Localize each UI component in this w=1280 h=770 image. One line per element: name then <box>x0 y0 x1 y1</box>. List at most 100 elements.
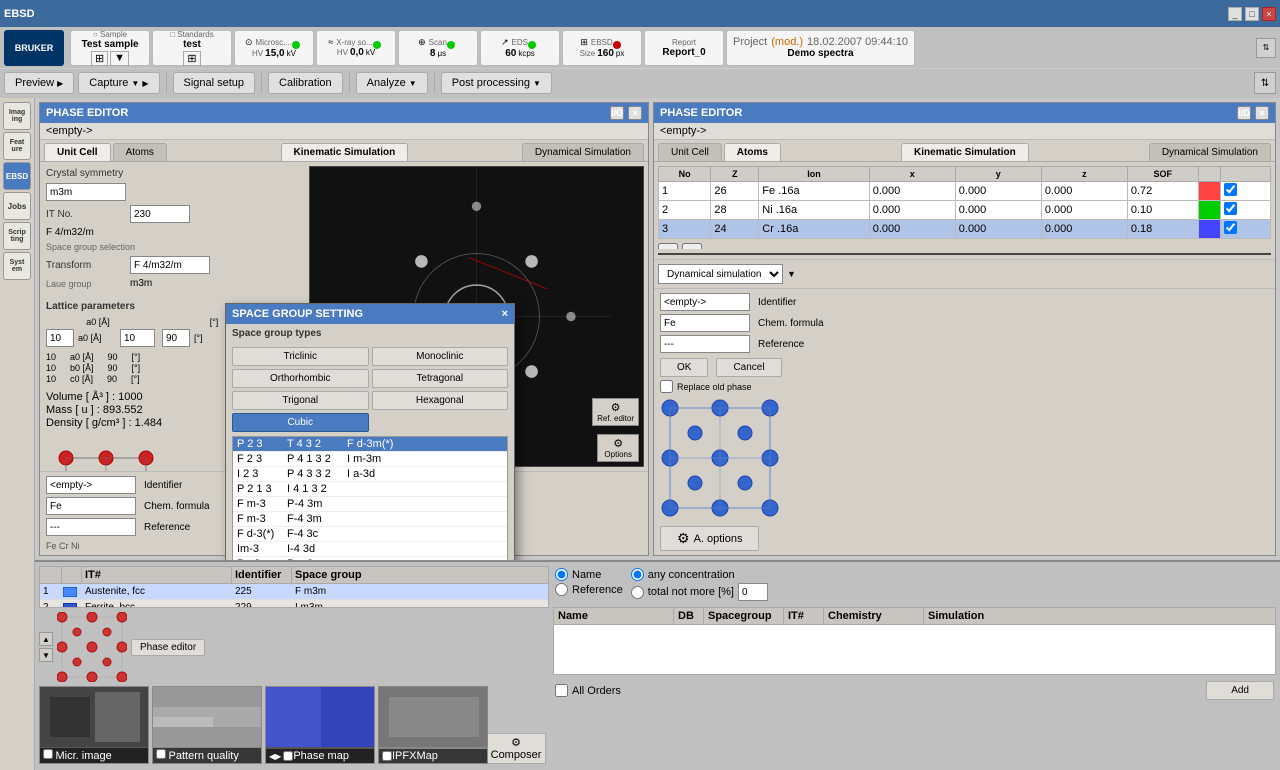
sidebar-system[interactable]: System <box>3 252 31 280</box>
module-project[interactable]: Project (mod.) 18.02.2007 09:44:10 Demo … <box>726 30 915 66</box>
atom-row-2[interactable]: 2 28 Ni .16a 0.000 0.000 0.000 0.10 <box>659 201 1271 220</box>
phase-row-ferrite[interactable]: 2 Ferrite, bcc 229 I m3m <box>40 600 548 608</box>
sidebar-ebsd[interactable]: EBSD <box>3 162 31 190</box>
identifier-input-left[interactable] <box>46 476 136 494</box>
atom-check-3[interactable] <box>1224 221 1237 234</box>
right-tab-kinematic[interactable]: Kinematic Simulation <box>901 143 1029 161</box>
module-standards[interactable]: □ Standards test ⊞ <box>152 30 232 66</box>
module-scan[interactable]: ⊕ Scan 8 μs <box>398 30 478 66</box>
right-replace-checkbox[interactable] <box>660 380 673 393</box>
ref-editor-btn-left[interactable]: ⚙ Ref. editor <box>592 398 639 426</box>
post-processing-btn[interactable]: Post processing ▼ <box>441 72 552 94</box>
panel-close-btn[interactable]: × <box>628 106 642 120</box>
sg-close-btn[interactable]: × <box>502 308 508 320</box>
module-ebsd[interactable]: ⊞ EBSD Size 160 px <box>562 30 642 66</box>
atom-check-1[interactable] <box>1224 183 1237 196</box>
module-microscope[interactable]: ⊙ Microsc.... HV 15,0 kV <box>234 30 314 66</box>
ipfx-check[interactable] <box>382 751 392 761</box>
maximize-btn[interactable]: □ <box>1245 7 1259 21</box>
crystal-symmetry-input[interactable] <box>46 183 126 201</box>
right-panel-io-btn[interactable]: I/O <box>1237 106 1251 120</box>
a-options-btn-right[interactable]: ⚙ A. options <box>660 526 759 551</box>
phase-map-check[interactable] <box>283 751 293 761</box>
sidebar-imaging[interactable]: Imaging <box>3 102 31 130</box>
close-btn[interactable]: × <box>1262 7 1276 21</box>
a0-val-input[interactable] <box>120 329 155 347</box>
scroll-down[interactable]: ▼ <box>39 648 53 662</box>
atom-row-3[interactable]: 3 24 Cr .16a 0.000 0.000 0.000 0.18 <box>659 220 1271 239</box>
sg-list-row-8[interactable]: Pa-3Pm-3m <box>233 557 507 560</box>
right-tab-unit-cell[interactable]: Unit Cell <box>658 143 722 161</box>
right-identifier-input[interactable] <box>660 293 750 311</box>
simulation-mode-select[interactable]: Dynamical simulation Kinematic simulatio… <box>658 264 783 284</box>
minimize-btn[interactable]: _ <box>1228 7 1242 21</box>
sg-type-cubic[interactable]: Cubic <box>232 413 369 432</box>
sg-type-triclinic[interactable]: Triclinic <box>232 347 369 366</box>
module-xray[interactable]: ≈ X-ray so... HV 0,0 kV <box>316 30 396 66</box>
tab-kinematic[interactable]: Kinematic Simulation <box>281 143 409 161</box>
a0-input[interactable] <box>46 329 74 347</box>
capture-btn[interactable]: Capture ▼ ▶ <box>78 72 159 94</box>
sg-type-trigonal[interactable]: Trigonal <box>232 391 369 410</box>
right-cancel-btn[interactable]: Cancel <box>716 358 781 377</box>
right-reference-input[interactable] <box>660 335 750 353</box>
remove-atom-btn[interactable]: - <box>682 243 702 249</box>
tab-atoms[interactable]: Atoms <box>113 143 167 161</box>
reference-radio[interactable] <box>555 583 568 596</box>
phase-row-austenite[interactable]: 1 Austenite, fcc 225 F m3m <box>40 584 548 600</box>
thumbnail-pattern[interactable]: Pattern quality <box>152 686 262 764</box>
add-atom-btn[interactable]: + <box>658 243 678 249</box>
any-conc-radio[interactable] <box>631 568 644 581</box>
conc-value-input[interactable] <box>738 583 768 601</box>
preview-btn[interactable]: Preview ▶ <box>4 72 74 94</box>
sg-list[interactable]: P 2 3T 4 3 2F d-3m(*) F 2 3P 4 1 3 2I m-… <box>232 436 508 560</box>
sg-list-row-2[interactable]: I 2 3P 4 3 3 2I a-3d <box>233 467 507 482</box>
pattern-check[interactable] <box>156 749 166 759</box>
name-radio[interactable] <box>555 568 568 581</box>
sg-list-row-7[interactable]: Im-3I-4 3d <box>233 542 507 557</box>
tab-dynamical[interactable]: Dynamical Simulation <box>522 143 644 161</box>
transform-input[interactable] <box>130 256 210 274</box>
analyze-btn[interactable]: Analyze ▼ <box>356 72 428 94</box>
module-report[interactable]: Report Report_0 <box>644 30 724 66</box>
reference-input-left[interactable] <box>46 518 136 536</box>
calibration-btn[interactable]: Calibration <box>268 72 343 94</box>
right-tab-dynamical[interactable]: Dynamical Simulation <box>1149 143 1271 161</box>
sg-list-row-5[interactable]: F m-3F-4 3m <box>233 512 507 527</box>
sg-type-monoclinic[interactable]: Monoclinic <box>372 347 509 366</box>
alpha-input[interactable] <box>162 329 190 347</box>
sg-type-tetragonal[interactable]: Tetragonal <box>372 369 509 388</box>
tab-unit-cell[interactable]: Unit Cell <box>44 143 111 161</box>
right-ok-btn[interactable]: OK <box>660 358 708 377</box>
io-icon-top[interactable]: ⇅ <box>1256 38 1276 58</box>
chem-formula-input-left[interactable] <box>46 497 136 515</box>
io-right-btn[interactable]: ⇅ <box>1254 72 1276 94</box>
sg-list-row-1[interactable]: F 2 3P 4 1 3 2I m-3m <box>233 452 507 467</box>
phase-editor-btn[interactable]: Phase editor <box>131 639 205 656</box>
thumbnail-micr[interactable]: Micr. image <box>39 686 149 764</box>
sg-list-row-3[interactable]: P 2 1 3I 4 1 3 2 <box>233 482 507 497</box>
micr-check[interactable] <box>43 749 53 759</box>
sidebar-scripting[interactable]: Scripting <box>3 222 31 250</box>
total-not-more-radio[interactable] <box>631 586 644 599</box>
add-btn[interactable]: Add <box>1206 681 1274 700</box>
sidebar-jobs[interactable]: Jobs <box>3 192 31 220</box>
sg-type-hexagonal[interactable]: Hexagonal <box>372 391 509 410</box>
module-eds[interactable]: ↗ EDS 60 kcps <box>480 30 560 66</box>
sg-list-row-4[interactable]: F m-3P-4 3m <box>233 497 507 512</box>
thumbnail-ipfx[interactable]: IPFXMap <box>378 686 488 764</box>
module-sample[interactable]: ○ Sample Test sample ⊞ ▼ <box>70 30 150 66</box>
atom-check-2[interactable] <box>1224 202 1237 215</box>
it-no-input[interactable] <box>130 205 190 223</box>
sg-type-orthorhombic[interactable]: Orthorhombic <box>232 369 369 388</box>
scroll-up[interactable]: ▲ <box>39 632 53 646</box>
all-orders-check[interactable] <box>555 684 568 697</box>
composer-btn[interactable]: ⚙ Composer <box>486 733 547 764</box>
right-chem-input[interactable] <box>660 314 750 332</box>
sg-list-row-0[interactable]: P 2 3T 4 3 2F d-3m(*) <box>233 437 507 452</box>
sidebar-feature[interactable]: Feature <box>3 132 31 160</box>
right-tab-atoms[interactable]: Atoms <box>724 143 781 161</box>
right-panel-close-btn[interactable]: × <box>1255 106 1269 120</box>
signal-setup-btn[interactable]: Signal setup <box>173 72 256 94</box>
thumbnail-phase-map[interactable]: ◀▶ Phase map <box>265 686 375 764</box>
